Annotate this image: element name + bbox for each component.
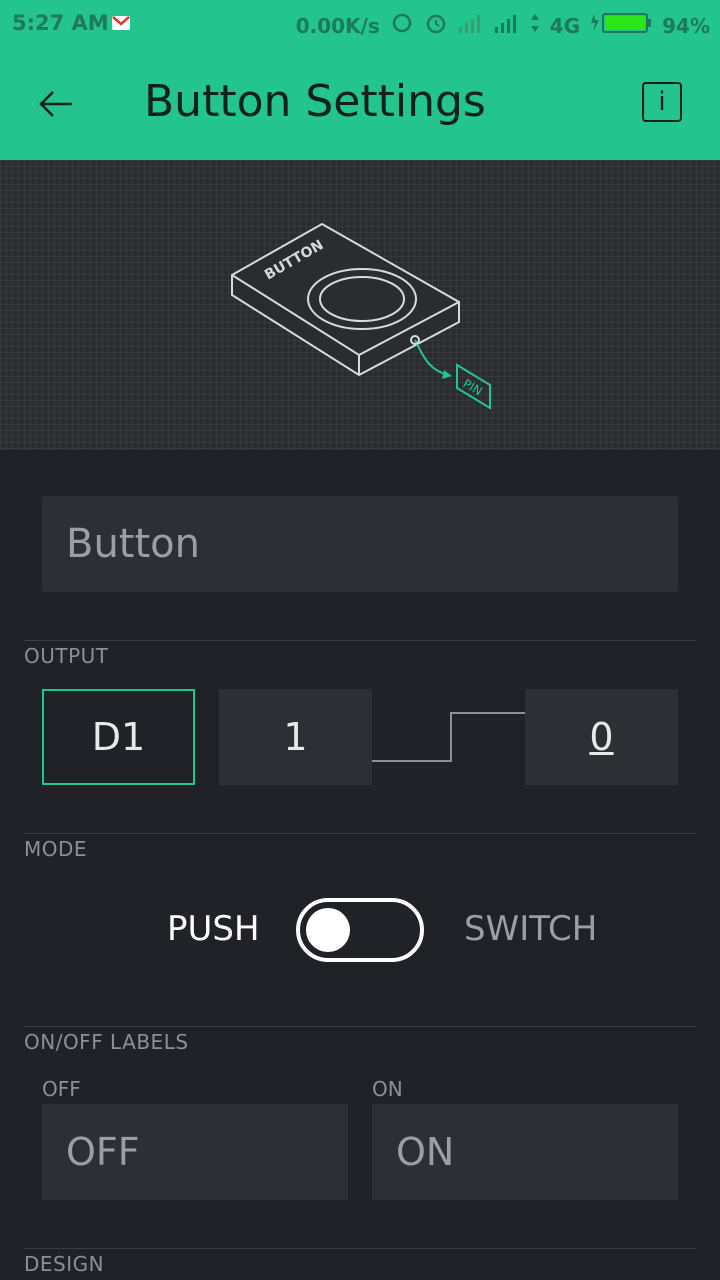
alarm-icon: [424, 11, 448, 40]
divider: [24, 640, 696, 641]
network-speed: 0.00K/s: [295, 13, 380, 38]
output-section-label: OUTPUT: [24, 644, 109, 668]
signal-icon-1: [458, 13, 484, 38]
signal-icon-2: [494, 13, 520, 38]
design-section-label: DESIGN: [24, 1252, 105, 1276]
data-arrows-icon: [530, 13, 540, 38]
device-body-icon: [231, 222, 460, 377]
status-bar: 5:27 AM 0.00K/s 4G 94%: [0, 0, 720, 48]
divider: [24, 1248, 696, 1249]
mode-switch-label[interactable]: SWITCH: [464, 909, 597, 949]
signal-wave-icon: [372, 712, 525, 762]
back-button[interactable]: [30, 80, 82, 128]
toggle-knob: [306, 908, 350, 952]
app-bar: Button Settings i: [0, 48, 720, 160]
status-time: 5:27 AM: [12, 11, 109, 35]
battery-icon: [590, 12, 652, 39]
widget-name-input[interactable]: Button: [42, 496, 678, 592]
widget-illustration: BUTTON PIN: [0, 160, 720, 450]
off-label-title: OFF: [42, 1077, 81, 1101]
low-value-input[interactable]: 0: [525, 689, 678, 785]
on-label-title: ON: [372, 1077, 403, 1101]
gmail-icon: [112, 15, 130, 34]
info-button[interactable]: i: [642, 82, 682, 122]
divider: [24, 833, 696, 834]
mode-toggle[interactable]: [296, 898, 424, 962]
status-right: 0.00K/s 4G 94%: [296, 11, 710, 40]
mode-push-label[interactable]: PUSH: [167, 909, 260, 949]
battery-level: 94%: [662, 13, 710, 38]
off-label-input[interactable]: OFF: [42, 1104, 348, 1200]
network-type: 4G: [549, 13, 581, 38]
pin-selector[interactable]: D1: [42, 689, 195, 785]
labels-section-label: ON/OFF LABELS: [24, 1030, 189, 1054]
high-value-input[interactable]: 1: [219, 689, 372, 785]
sync-icon: [390, 11, 414, 40]
back-arrow-icon: [39, 91, 72, 117]
divider: [24, 1026, 696, 1027]
page-title: Button Settings: [144, 76, 486, 127]
on-label-input[interactable]: ON: [372, 1104, 678, 1200]
mode-section-label: MODE: [24, 837, 88, 861]
mode-row: PUSH SWITCH: [0, 895, 720, 965]
